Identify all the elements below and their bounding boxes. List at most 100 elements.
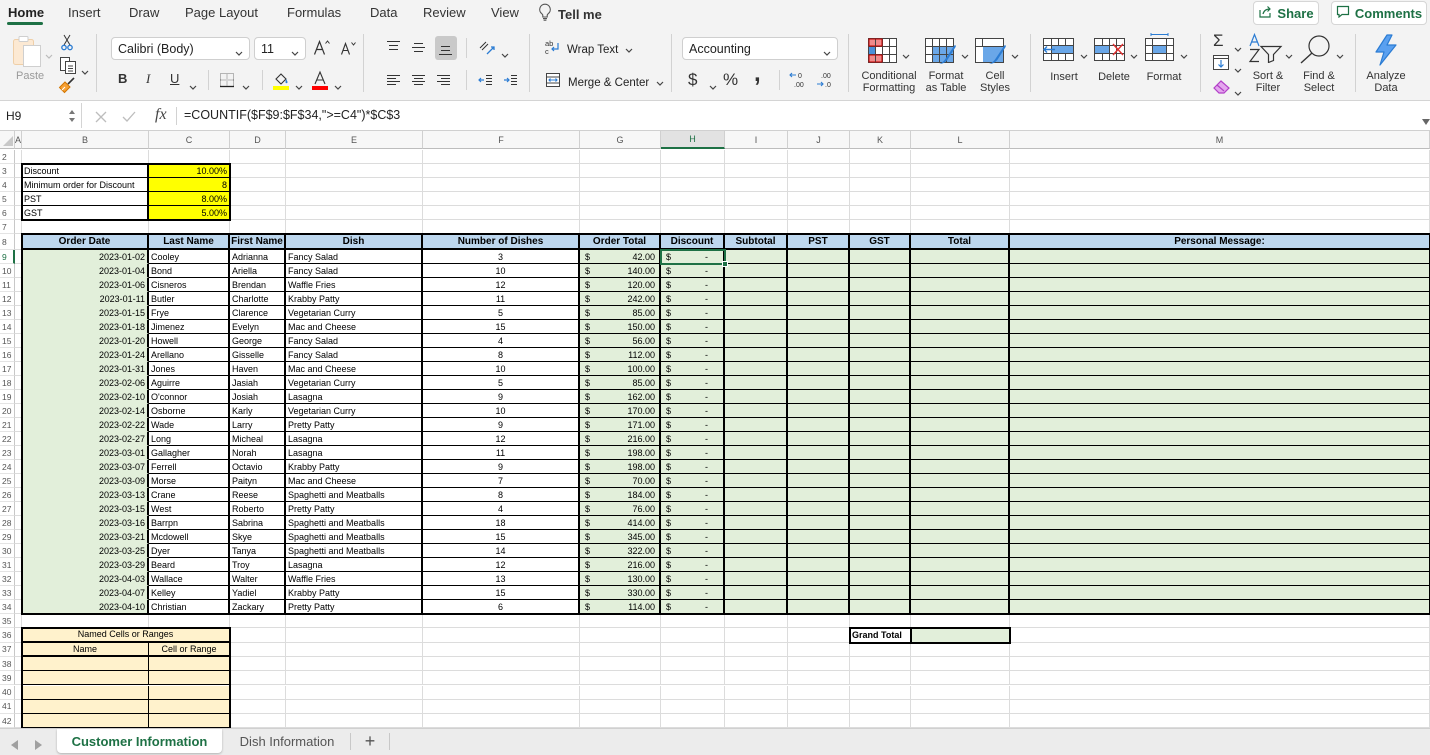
cell-F38[interactable] <box>423 656 580 672</box>
cell-F42[interactable] <box>423 714 580 729</box>
cell-I18[interactable] <box>725 376 788 390</box>
column-header-K[interactable]: K <box>850 131 911 149</box>
cell-F17[interactable]: 10 <box>423 362 580 376</box>
cell-C40[interactable] <box>149 685 230 700</box>
cell-J28[interactable] <box>788 516 850 530</box>
cell-J5[interactable] <box>788 192 850 206</box>
cell-C9[interactable]: Cooley <box>149 250 230 264</box>
row-header-15[interactable]: 15 <box>0 334 15 348</box>
cell-H39[interactable] <box>661 671 725 686</box>
cell-B37[interactable]: Name <box>22 642 149 657</box>
cell-K25[interactable] <box>850 474 911 488</box>
cell-D41[interactable] <box>230 699 286 715</box>
cell-G25[interactable]: $70.00 <box>580 474 661 488</box>
cell-D16[interactable]: Gisselle <box>230 348 286 362</box>
cell-K32[interactable] <box>850 572 911 586</box>
cell-F14[interactable]: 15 <box>423 320 580 334</box>
align-top-icon[interactable] <box>386 40 401 59</box>
tab-insert[interactable]: Insert <box>68 5 101 20</box>
cell-B17[interactable]: 2023-01-31 <box>22 362 149 376</box>
cell-D24[interactable]: Octavio <box>230 460 286 474</box>
cell-I31[interactable] <box>725 558 788 572</box>
cell-C8[interactable]: Last Name <box>149 234 230 250</box>
cell-M13[interactable] <box>1010 306 1430 320</box>
cell-K29[interactable] <box>850 530 911 544</box>
cancel-edit-icon[interactable] <box>95 110 107 128</box>
cell-I9[interactable] <box>725 250 788 264</box>
cell-B15[interactable]: 2023-01-20 <box>22 334 149 348</box>
cell-F9[interactable]: 3 <box>423 250 580 264</box>
cell-B35[interactable] <box>22 614 149 629</box>
cell-C19[interactable]: O'connor <box>149 390 230 404</box>
row-header-3[interactable]: 3 <box>0 164 15 178</box>
cell-K39[interactable] <box>850 671 911 686</box>
cell-H18[interactable]: $ - <box>661 376 725 390</box>
cell-H41[interactable] <box>661 699 725 715</box>
cell-G11[interactable]: $120.00 <box>580 278 661 292</box>
cell-F23[interactable]: 11 <box>423 446 580 460</box>
cell-E16[interactable]: Fancy Salad <box>286 348 423 362</box>
cell-E34[interactable]: Pretty Patty <box>286 600 423 614</box>
cell-F18[interactable]: 5 <box>423 376 580 390</box>
cell-D19[interactable]: Josiah <box>230 390 286 404</box>
cell-J7[interactable] <box>788 220 850 234</box>
row-header-32[interactable]: 32 <box>0 572 15 586</box>
cell-M28[interactable] <box>1010 516 1430 530</box>
column-header-L[interactable]: L <box>911 131 1010 149</box>
row-header-35[interactable]: 35 <box>0 614 15 629</box>
cell-E30[interactable]: Spaghetti and Meatballs <box>286 544 423 558</box>
cell-G29[interactable]: $345.00 <box>580 530 661 544</box>
cell-D18[interactable]: Jasiah <box>230 376 286 390</box>
cell-L4[interactable] <box>911 178 1010 192</box>
cell-B9[interactable]: 2023-01-02 <box>22 250 149 264</box>
cell-L40[interactable] <box>911 685 1010 700</box>
cell-F11[interactable]: 12 <box>423 278 580 292</box>
cell-K16[interactable] <box>850 348 911 362</box>
cell-G41[interactable] <box>580 699 661 715</box>
cell-K34[interactable] <box>850 600 911 614</box>
cell-L11[interactable] <box>911 278 1010 292</box>
row-header-28[interactable]: 28 <box>0 516 15 530</box>
cell-M15[interactable] <box>1010 334 1430 348</box>
formula-input[interactable]: =COUNTIF($F$9:$F$34,">=C4")*$C$3 <box>184 108 400 122</box>
cell-J27[interactable] <box>788 502 850 516</box>
cell-M5[interactable] <box>1010 192 1430 206</box>
cell-J40[interactable] <box>788 685 850 700</box>
cell-B18[interactable]: 2023-02-06 <box>22 376 149 390</box>
column-header-H[interactable]: H <box>661 131 725 149</box>
cell-F29[interactable]: 15 <box>423 530 580 544</box>
cell-M41[interactable] <box>1010 699 1430 715</box>
cell-B20[interactable]: 2023-02-14 <box>22 404 149 418</box>
conditional-formatting-chevron-icon[interactable] <box>902 47 910 59</box>
cell-G27[interactable]: $76.00 <box>580 502 661 516</box>
align-left-icon[interactable] <box>386 74 401 92</box>
cell-A3[interactable] <box>15 164 22 178</box>
row-header-7[interactable]: 7 <box>0 220 15 234</box>
cell-styles-button[interactable]: Cell Styles <box>965 35 1025 97</box>
cell-E13[interactable]: Vegetarian Curry <box>286 306 423 320</box>
cell-J11[interactable] <box>788 278 850 292</box>
cell-A2[interactable] <box>15 150 22 164</box>
cell-H10[interactable]: $ - <box>661 264 725 278</box>
cell-K22[interactable] <box>850 432 911 446</box>
cell-I4[interactable] <box>725 178 788 192</box>
cell-D37[interactable] <box>230 642 286 657</box>
scroll-tabs-right-icon[interactable] <box>34 737 42 755</box>
cell-E5[interactable] <box>286 192 423 206</box>
cell-A6[interactable] <box>15 206 22 220</box>
cell-B4[interactable]: Minimum order for Discount <box>22 178 149 192</box>
cell-L16[interactable] <box>911 348 1010 362</box>
cell-B23[interactable]: 2023-03-01 <box>22 446 149 460</box>
cell-A26[interactable] <box>15 488 22 502</box>
cell-F6[interactable] <box>423 206 580 220</box>
cell-B33[interactable]: 2023-04-07 <box>22 586 149 600</box>
cell-D6[interactable] <box>230 206 286 220</box>
cell-E18[interactable]: Vegetarian Curry <box>286 376 423 390</box>
cell-D5[interactable] <box>230 192 286 206</box>
row-header-20[interactable]: 20 <box>0 404 15 418</box>
cell-D42[interactable] <box>230 714 286 729</box>
cell-D30[interactable]: Tanya <box>230 544 286 558</box>
cell-E19[interactable]: Lasagna <box>286 390 423 404</box>
cell-C38[interactable] <box>149 656 230 672</box>
cell-M36[interactable] <box>1010 628 1430 643</box>
